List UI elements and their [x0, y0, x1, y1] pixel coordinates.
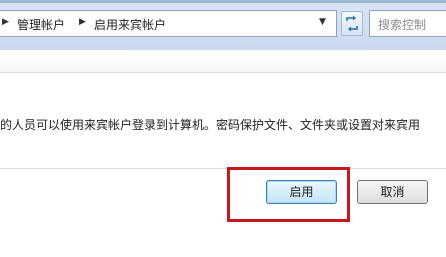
highlight-annotation-box	[227, 167, 350, 222]
search-input[interactable]: 搜索控制	[369, 10, 446, 37]
guest-account-description: 的人员可以使用来宾帐户登录到计算机。密码保护文件、文件夹或设置对来宾用	[0, 118, 421, 132]
chevron-down-icon[interactable]: ▼	[319, 17, 326, 27]
breadcrumb-separator-icon[interactable]: ▶	[2, 17, 9, 27]
breadcrumb[interactable]: ▶ 管理帐户 ▶ 启用来宾帐户 ▼	[0, 10, 337, 37]
refresh-button[interactable]	[341, 11, 363, 36]
content-header	[0, 50, 446, 73]
cancel-button[interactable]: 取消	[357, 180, 428, 204]
refresh-icon	[346, 15, 358, 32]
address-bar: ▶ 管理帐户 ▶ 启用来宾帐户 ▼ 搜索控制	[0, 0, 446, 50]
search-placeholder: 搜索控制	[378, 18, 427, 32]
divider	[0, 168, 446, 169]
breadcrumb-item-manage-accounts[interactable]: 管理帐户	[17, 16, 65, 33]
breadcrumb-separator-icon[interactable]: ▶	[79, 17, 86, 27]
window-frame-edge	[0, 0, 446, 3]
breadcrumb-item-enable-guest[interactable]: 启用来宾帐户	[94, 16, 166, 33]
